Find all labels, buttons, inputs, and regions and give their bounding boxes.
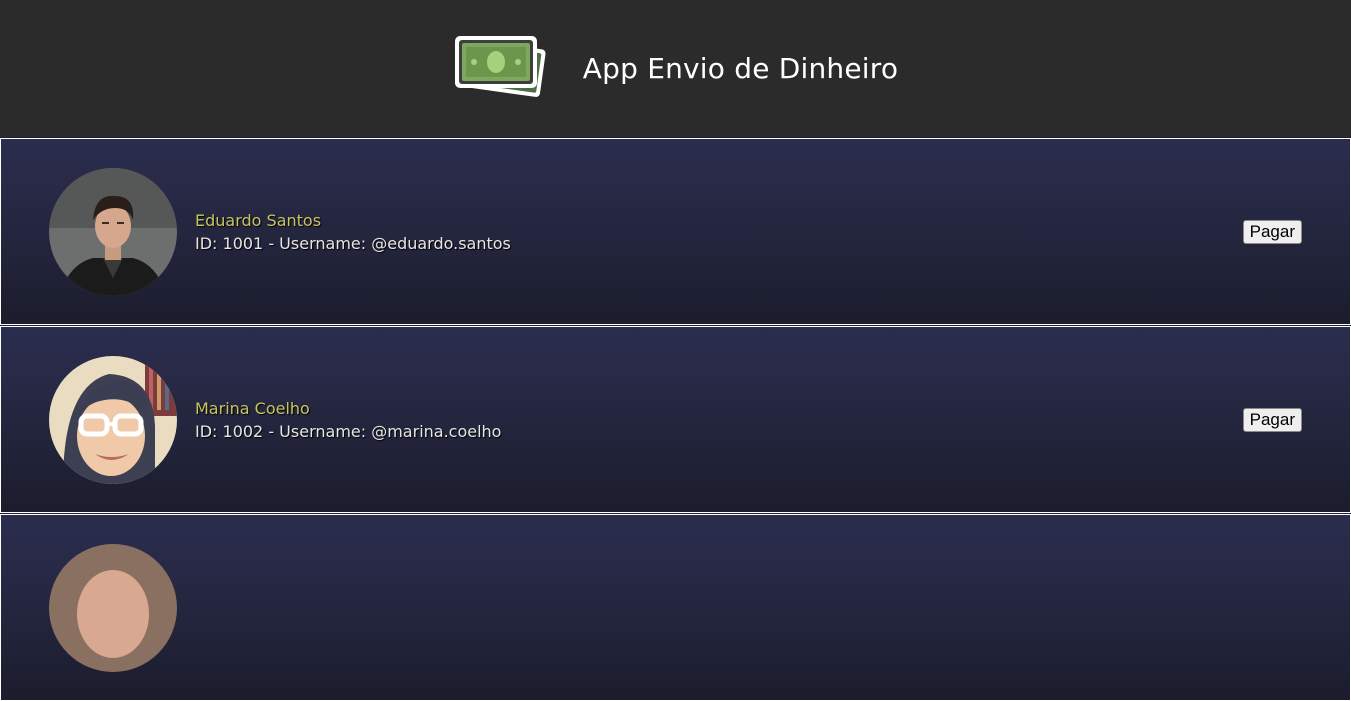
user-info: Marina Coelho ID: 1002 - Username: @mari… — [195, 397, 501, 443]
user-list: Eduardo Santos ID: 1001 - Username: @edu… — [0, 138, 1351, 701]
user-name: Marina Coelho — [195, 398, 310, 418]
user-info: Eduardo Santos ID: 1001 - Username: @edu… — [195, 209, 511, 255]
user-name: Eduardo Santos — [195, 210, 322, 230]
pay-button[interactable]: Pagar — [1242, 407, 1302, 432]
page-title: App Envio de Dinheiro — [582, 52, 899, 85]
avatar-photo-icon — [49, 355, 177, 484]
avatar-photo-icon — [49, 167, 177, 296]
pay-button[interactable]: Pagar — [1242, 219, 1302, 244]
money-bills-icon — [454, 35, 546, 97]
avatar — [49, 167, 177, 296]
user-id-username: ID: 1002 - Username: @marina.coelho — [195, 421, 502, 441]
user-id-username: ID: 1001 - Username: @eduardo.santos — [195, 233, 511, 253]
avatar — [49, 543, 177, 672]
avatar-photo-icon — [49, 543, 177, 672]
user-row-partial — [0, 514, 1351, 701]
user-row-eduardo-santos: Eduardo Santos ID: 1001 - Username: @edu… — [0, 138, 1351, 325]
app-header: App Envio de Dinheiro — [0, 0, 1351, 137]
avatar — [49, 355, 177, 484]
user-row-marina-coelho: Marina Coelho ID: 1002 - Username: @mari… — [0, 326, 1351, 513]
